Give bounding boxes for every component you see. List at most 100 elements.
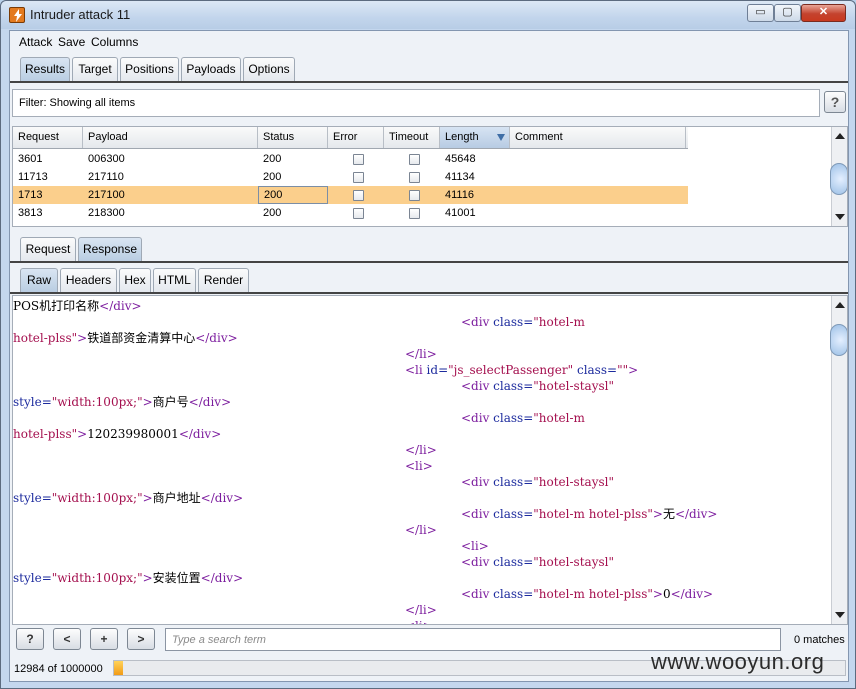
scroll-down-icon[interactable] <box>835 214 845 220</box>
code-token: class= <box>493 555 534 569</box>
request-cell: 1713 <box>18 189 43 201</box>
scroll-up-icon[interactable] <box>835 133 845 139</box>
filter-help-button[interactable]: ? <box>824 91 846 113</box>
code-token: style= <box>13 571 52 585</box>
code-token: "hotel-m hotel-plss" <box>533 507 653 521</box>
status-cell: 200 <box>258 186 328 204</box>
search-add-button[interactable]: + <box>90 628 118 650</box>
code-token: > <box>652 587 663 601</box>
response-raw-view[interactable]: POS机打印名称</div> <div class="hotel-m hotel-p… <box>12 295 848 625</box>
code-token: "hotel-m hotel-plss" <box>533 587 653 601</box>
table-row[interactable]: 3813 218300 200 41001 <box>13 204 688 222</box>
error-checkbox <box>353 154 364 165</box>
minimize-button[interactable]: ▭ <box>747 4 774 22</box>
tab-html[interactable]: HTML <box>153 268 196 292</box>
tab-options[interactable]: Options <box>243 57 295 81</box>
main-tabs: Results Target Positions Payloads Option… <box>10 57 848 83</box>
code-line: style="width:100px;">商户地址</div> <box>13 490 243 506</box>
timeout-checkbox <box>409 154 420 165</box>
maximize-button[interactable]: ▢ <box>774 4 801 22</box>
code-token: > <box>77 331 88 345</box>
scroll-thumb[interactable] <box>830 324 847 356</box>
tab-render[interactable]: Render <box>198 268 249 292</box>
code-line: </li> <box>405 442 437 458</box>
code-token: "width:100px;" <box>51 571 143 585</box>
code-token: "" <box>617 363 629 377</box>
col-request[interactable]: Request <box>13 127 83 148</box>
code-token: 商户号 <box>152 395 189 409</box>
code-token: </li> <box>405 523 437 537</box>
tab-response[interactable]: Response <box>78 237 142 261</box>
error-cell <box>328 186 384 204</box>
col-length-label: Length <box>445 131 479 143</box>
sort-descending-icon <box>497 134 505 141</box>
plus-icon: + <box>100 632 108 646</box>
tab-positions[interactable]: Positions <box>120 57 179 81</box>
col-length[interactable]: Length <box>440 127 510 148</box>
col-timeout[interactable]: Timeout <box>384 127 440 148</box>
tab-hex[interactable]: Hex <box>119 268 151 292</box>
code-token: <li> <box>405 619 433 624</box>
minimize-icon: ▭ <box>755 6 766 18</box>
filter-bar[interactable]: Filter: Showing all items <box>12 89 820 117</box>
tab-headers[interactable]: Headers <box>60 268 117 292</box>
code-token: 0 <box>662 587 671 601</box>
code-token: </li> <box>405 603 437 617</box>
response-scrollbar[interactable] <box>830 296 847 624</box>
scroll-up-icon[interactable] <box>835 302 845 308</box>
error-checkbox <box>353 172 364 183</box>
reqresp-divider <box>10 261 848 263</box>
code-token: <div <box>461 379 494 393</box>
scroll-down-icon[interactable] <box>835 612 845 618</box>
col-payload[interactable]: Payload <box>83 127 258 148</box>
tab-results[interactable]: Results <box>20 57 70 81</box>
col-comment[interactable]: Comment <box>510 127 686 148</box>
code-token: </li> <box>405 347 437 361</box>
progress-count: 12984 of 1000000 <box>14 663 103 675</box>
code-line: <div class="hotel-m hotel-plss">无</div> <box>461 506 717 522</box>
search-help-button[interactable]: ? <box>16 628 44 650</box>
col-error[interactable]: Error <box>328 127 384 148</box>
help-icon: ? <box>26 632 34 646</box>
table-row[interactable]: 3601 006300 200 45648 <box>13 150 688 168</box>
close-button[interactable]: ✕ <box>801 4 846 22</box>
code-token: > <box>77 427 88 441</box>
code-token: class= <box>493 411 534 425</box>
status-cell: 200 <box>263 153 282 165</box>
code-token: </div> <box>195 331 238 345</box>
menu-save[interactable]: Save <box>58 35 85 49</box>
error-checkbox <box>353 190 364 201</box>
code-token: </div> <box>200 491 244 505</box>
search-input[interactable] <box>165 628 781 651</box>
status-cell: 200 <box>263 207 282 219</box>
code-line: <li> <box>405 458 433 474</box>
menu-columns[interactable]: Columns <box>91 35 138 49</box>
table-row[interactable]: 1713 217100 200 41116 <box>13 186 688 204</box>
table-row[interactable]: 11713 217110 200 41134 <box>13 168 688 186</box>
menu-attack[interactable]: Attack <box>19 35 52 49</box>
code-line: <div class="hotel-m <box>461 410 585 426</box>
tab-request[interactable]: Request <box>20 237 76 261</box>
intruder-window: Intruder attack 11 ▭ ▢ ✕ Attack Save Col… <box>0 0 856 689</box>
code-line: </li> <box>405 346 437 362</box>
tab-payloads[interactable]: Payloads <box>181 57 241 81</box>
timeout-checkbox <box>409 172 420 183</box>
tab-target[interactable]: Target <box>72 57 118 81</box>
code-line: </li> <box>405 522 437 538</box>
title-bar[interactable]: Intruder attack 11 ▭ ▢ ✕ <box>1 1 855 29</box>
code-token: style= <box>13 491 52 505</box>
filter-label: Filter: Showing all items <box>19 97 136 109</box>
search-prev-button[interactable]: < <box>53 628 81 650</box>
scroll-thumb[interactable] <box>830 163 847 195</box>
code-token: "hotel-staysl" <box>533 555 614 569</box>
search-next-button[interactable]: > <box>127 628 155 650</box>
error-checkbox <box>353 208 364 219</box>
col-status[interactable]: Status <box>258 127 328 148</box>
code-line: <li> <box>461 538 489 554</box>
table-scrollbar[interactable] <box>830 127 847 226</box>
code-token: <div <box>461 475 494 489</box>
code-token: hotel-plss" <box>13 331 78 345</box>
code-line: </li> <box>405 602 437 618</box>
code-token: <div <box>461 315 494 329</box>
tab-raw[interactable]: Raw <box>20 268 58 292</box>
